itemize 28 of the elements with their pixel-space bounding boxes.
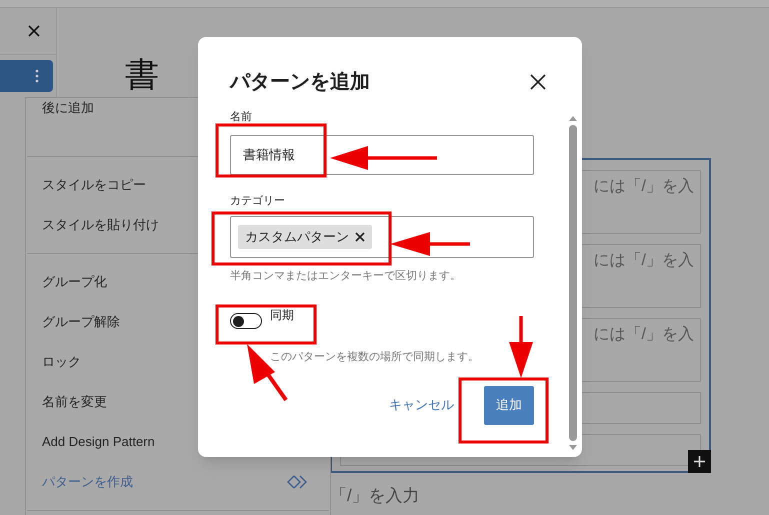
scroll-up-icon[interactable]: [568, 115, 578, 121]
diamond-arrows-icon: [287, 475, 307, 489]
annotation-arrow: [509, 316, 533, 378]
more-options-icon: [35, 69, 39, 83]
sync-toggle[interactable]: [230, 313, 262, 329]
category-input[interactable]: カスタムパターン: [230, 216, 534, 258]
scrollbar-thumb[interactable]: [569, 125, 577, 441]
help-text: 半角コンマまたはエンターキーで区切ります。: [230, 268, 462, 284]
dialog-title: パターンを追加: [230, 70, 370, 95]
help-text: このパターンを複数の場所で同期します。: [270, 350, 480, 365]
close-icon[interactable]: [28, 25, 40, 37]
block-placeholder[interactable]: 「/」を入力: [330, 483, 420, 508]
block-placeholder: には「/」を入: [594, 324, 694, 345]
add-block-button[interactable]: [688, 450, 711, 473]
close-icon[interactable]: [530, 74, 546, 90]
cancel-button[interactable]: キャンセル: [389, 395, 454, 415]
category-token: カスタムパターン: [238, 224, 372, 248]
page-heading: 書: [125, 58, 159, 92]
add-button[interactable]: 追加: [484, 386, 534, 424]
field-label: 名前: [230, 111, 252, 123]
plus-icon: [694, 456, 705, 467]
name-input[interactable]: 書籍情報: [230, 135, 534, 175]
field-label: カテゴリー: [230, 194, 286, 209]
remove-icon[interactable]: [355, 232, 365, 242]
block-placeholder: には「/」を入: [594, 176, 694, 197]
scroll-down-icon[interactable]: [568, 445, 578, 451]
block-placeholder: には「/」を入: [594, 250, 694, 271]
toggle-label: 同期: [270, 307, 294, 324]
